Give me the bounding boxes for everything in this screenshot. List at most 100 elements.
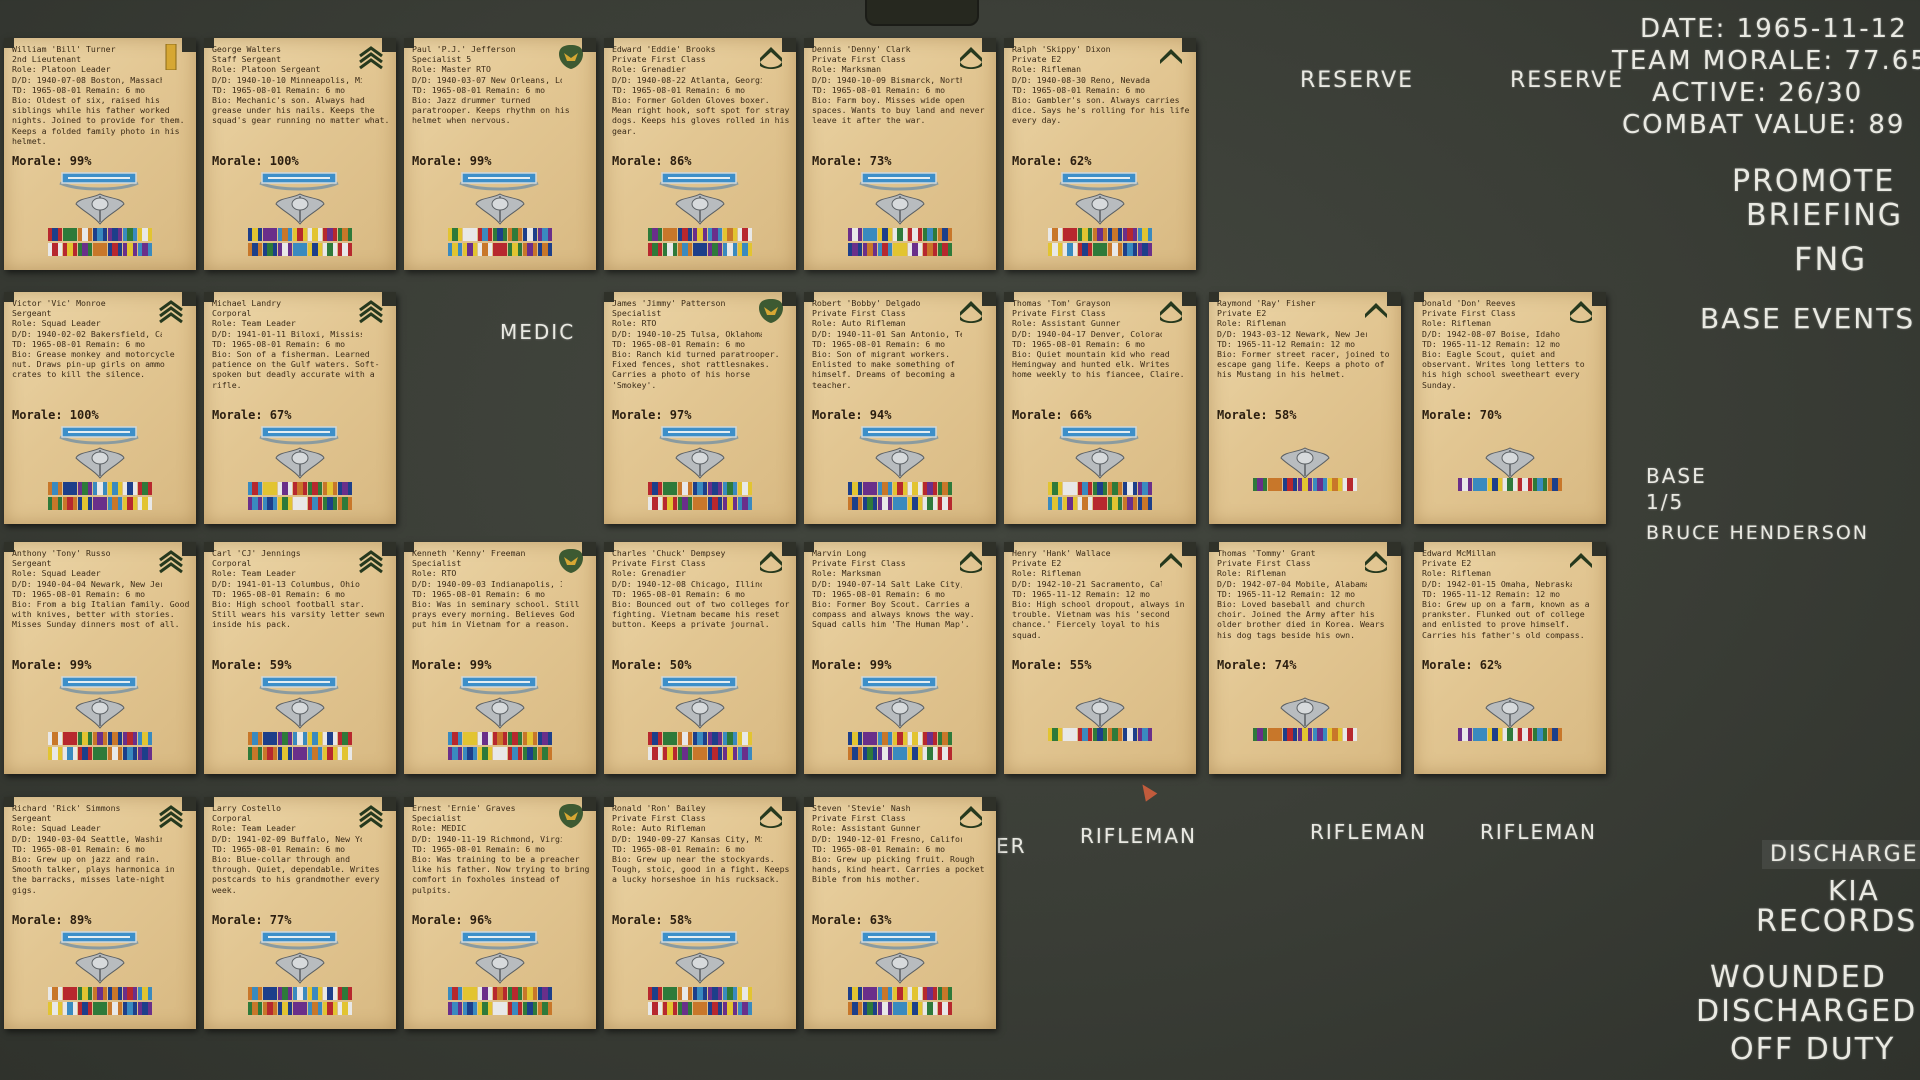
jump-wings-icon bbox=[274, 949, 326, 985]
soldier-card[interactable]: Anthony 'Tony' Russo Sergeant Role: Squad … bbox=[4, 542, 196, 774]
soldier-card[interactable]: William 'Bill' Turner 2nd Lieutenant Role:… bbox=[4, 38, 196, 270]
records-button[interactable]: RECORDS bbox=[1756, 904, 1917, 939]
medic-slot[interactable]: MEDIC bbox=[500, 320, 575, 344]
soldier-card[interactable]: Donald 'Don' Reeves Private First Class Ro… bbox=[1414, 292, 1606, 524]
soldier-card[interactable]: Carl 'CJ' Jennings Corporal Role: Team Lea… bbox=[204, 542, 396, 774]
soldier-header: Edward McMillan Private E2 Role: Rifleman D… bbox=[1422, 548, 1572, 599]
soldier-card[interactable]: Henry 'Hank' Wallace Private E2 Role: Rifl… bbox=[1004, 542, 1196, 774]
soldier-tour: TD: 1965-08-01 Remain: 6 mo bbox=[812, 588, 946, 599]
soldier-role: Role: Assistant Gunner bbox=[812, 823, 921, 834]
soldier-morale: Morale: 100% bbox=[12, 408, 99, 422]
soldier-birth: D/D: 1941-02-09 Buffalo, New York bbox=[212, 833, 362, 844]
soldier-morale: Morale: 99% bbox=[412, 658, 492, 672]
soldier-card[interactable]: Victor 'Vic' Monroe Sergeant Role: Squad L… bbox=[4, 292, 196, 524]
soldier-header: Marvin Long Private First Class Role: Mark… bbox=[812, 548, 962, 599]
soldier-morale: Morale: 62% bbox=[1012, 154, 1092, 168]
soldier-card[interactable]: Edward 'Eddie' Brooks Private First Class… bbox=[604, 38, 796, 270]
soldier-bio: Bio: Former street racer, joined to esca… bbox=[1217, 349, 1390, 380]
soldier-rank: Corporal bbox=[212, 308, 252, 319]
soldier-birth: D/D: 1940-12-01 Fresno, California bbox=[812, 833, 962, 844]
ribbon-rack bbox=[1042, 728, 1158, 742]
ribbon-rack bbox=[42, 732, 158, 762]
soldier-card[interactable]: Larry Costello Corporal Role: Team Leader D… bbox=[204, 797, 396, 1029]
pfc-icon bbox=[958, 548, 984, 574]
soldier-card[interactable]: Steven 'Stevie' Nash Private First Class R… bbox=[804, 797, 996, 1029]
base-events-button[interactable]: BASE EVENTS bbox=[1700, 302, 1915, 335]
soldier-card[interactable]: Dennis 'Denny' Clark Private First Class R… bbox=[804, 38, 996, 270]
soldier-morale: Morale: 70% bbox=[1422, 408, 1502, 422]
active-count-display: ACTIVE: 26/30 bbox=[1652, 78, 1864, 108]
soldier-card[interactable]: Paul 'P.J.' Jefferson Specialist 5 Role: M… bbox=[404, 38, 596, 270]
soldier-card[interactable]: Thomas 'Tommy' Grant Private First Class R… bbox=[1209, 542, 1401, 774]
reserve-slot-2[interactable]: RESERVE bbox=[1510, 68, 1624, 93]
chevron-icon bbox=[158, 298, 184, 324]
soldier-card[interactable]: Thomas 'Tom' Grayson Private First Class R… bbox=[1004, 292, 1196, 524]
soldier-name: Ernest 'Ernie' Graves bbox=[412, 803, 516, 813]
soldier-card[interactable]: Robert 'Bobby' Delgado Private First Clas… bbox=[804, 292, 996, 524]
soldier-card[interactable]: Charles 'Chuck' Dempsey Private First Cla… bbox=[604, 542, 796, 774]
soldier-tour: TD: 1965-08-01 Remain: 6 mo bbox=[12, 588, 146, 599]
soldier-header: Donald 'Don' Reeves Private First Class Ro… bbox=[1422, 298, 1572, 349]
soldier-birth: D/D: 1940-08-22 Atlanta, Georgia bbox=[612, 74, 762, 85]
soldier-card[interactable]: Kenneth 'Kenny' Freeman Specialist Role: R… bbox=[404, 542, 596, 774]
soldier-birth: D/D: 1941-01-11 Biloxi, Mississippi bbox=[212, 328, 362, 339]
rifleman-slot-1[interactable]: RIFLEMAN bbox=[1080, 824, 1197, 848]
ribbon-rack bbox=[1042, 228, 1158, 258]
reserve-slot-1[interactable]: RESERVE bbox=[1300, 68, 1414, 93]
soldier-morale: Morale: 63% bbox=[812, 913, 892, 927]
promote-button[interactable]: PROMOTE bbox=[1732, 164, 1895, 199]
soldier-tour: TD: 1965-11-12 Remain: 12 mo bbox=[1422, 338, 1561, 349]
soldier-card[interactable]: Ernest 'Ernie' Graves Specialist Role: MED… bbox=[404, 797, 596, 1029]
soldier-tour: TD: 1965-08-01 Remain: 6 mo bbox=[612, 84, 746, 95]
combat-infantry-badge-icon bbox=[58, 928, 140, 950]
top-tab-handle[interactable] bbox=[865, 0, 979, 26]
soldier-role: Role: Squad Leader bbox=[12, 568, 101, 579]
soldier-birth: D/D: 1940-10-09 Bismarck, North Dakota bbox=[812, 74, 962, 85]
soldier-name: Larry Costello bbox=[212, 803, 282, 813]
soldier-role: Role: Marksman bbox=[812, 64, 882, 75]
briefing-button[interactable]: BRIEFING bbox=[1746, 198, 1903, 233]
soldier-birth: D/D: 1940-04-04 Newark, New Jersey bbox=[12, 578, 162, 589]
e2-icon bbox=[1363, 298, 1389, 324]
soldier-header: Larry Costello Corporal Role: Team Leader D… bbox=[212, 803, 362, 854]
soldier-tour: TD: 1965-08-01 Remain: 6 mo bbox=[612, 588, 746, 599]
soldier-bio: Bio: High school football star. Still we… bbox=[212, 599, 385, 630]
soldier-role: Role: Assistant Gunner bbox=[1012, 318, 1121, 329]
soldier-card[interactable]: Edward McMillan Private E2 Role: Rifleman D… bbox=[1414, 542, 1606, 774]
ribbon-rack bbox=[1042, 482, 1158, 512]
soldier-card[interactable]: George Walters Staff Sergeant Role: Platoo… bbox=[204, 38, 396, 270]
soldier-card[interactable]: Michael Landry Corporal Role: Team Leader D… bbox=[204, 292, 396, 524]
soldier-card[interactable]: Richard 'Rick' Simmons Sergeant Role: Squa… bbox=[4, 797, 196, 1029]
soldier-role: Role: Grenadier bbox=[612, 568, 686, 579]
soldier-morale: Morale: 58% bbox=[612, 913, 692, 927]
soldier-rank: Private First Class bbox=[612, 54, 706, 65]
kia-button[interactable]: KIA bbox=[1828, 874, 1880, 907]
base-title: BASE bbox=[1646, 464, 1707, 488]
e2-icon bbox=[1158, 44, 1184, 70]
wounded-button[interactable]: WOUNDED bbox=[1710, 960, 1887, 995]
date-display: DATE: 1965-11-12 bbox=[1640, 14, 1908, 44]
off-duty-button[interactable]: OFF DUTY bbox=[1730, 1032, 1895, 1067]
er-slot[interactable]: ER bbox=[996, 834, 1027, 858]
combat-infantry-badge-icon bbox=[58, 673, 140, 695]
soldier-tour: TD: 1965-08-01 Remain: 6 mo bbox=[412, 588, 546, 599]
soldier-card[interactable]: James 'Jimmy' Patterson Specialist Role: R… bbox=[604, 292, 796, 524]
rifleman-slot-3[interactable]: RIFLEMAN bbox=[1480, 820, 1597, 844]
soldier-card[interactable]: Ronald 'Ron' Bailey Private First Class Ro… bbox=[604, 797, 796, 1029]
discharged-button[interactable]: DISCHARGED bbox=[1696, 994, 1917, 1029]
soldier-rank: Private E2 bbox=[1012, 54, 1062, 65]
soldier-card[interactable]: Marvin Long Private First Class Role: Mark… bbox=[804, 542, 996, 774]
rifleman-slot-2[interactable]: RIFLEMAN bbox=[1310, 820, 1427, 844]
combat-infantry-badge-icon bbox=[658, 169, 740, 191]
soldier-bio: Bio: Quiet mountain kid who read Hemingw… bbox=[1012, 349, 1185, 380]
soldier-header: James 'Jimmy' Patterson Specialist Role: R… bbox=[612, 298, 762, 349]
fng-button[interactable]: FNG bbox=[1794, 240, 1867, 278]
soldier-name: Donald 'Don' Reeves bbox=[1422, 298, 1516, 308]
soldier-morale: Morale: 50% bbox=[612, 658, 692, 672]
soldier-card[interactable]: Ralph 'Skippy' Dixon Private E2 Role: Rifl… bbox=[1004, 38, 1196, 270]
soldier-header: Kenneth 'Kenny' Freeman Specialist Role: R… bbox=[412, 548, 562, 599]
soldier-card[interactable]: Raymond 'Ray' Fisher Private E2 Role: Rifl… bbox=[1209, 292, 1401, 524]
eagle-icon bbox=[758, 298, 784, 324]
ribbon-rack bbox=[842, 987, 958, 1017]
discharge-button[interactable]: DISCHARGE bbox=[1762, 840, 1920, 869]
